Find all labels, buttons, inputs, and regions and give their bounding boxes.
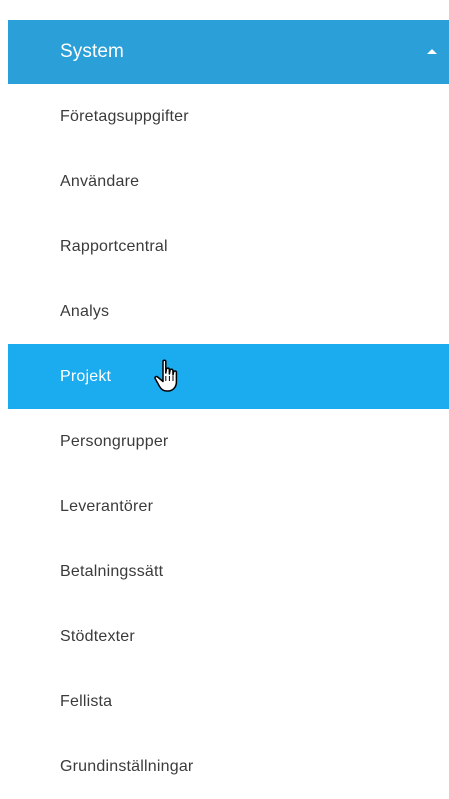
menu-item-betalningssatt[interactable]: Betalningssätt xyxy=(8,539,449,604)
menu-item-stodtexter[interactable]: Stödtexter xyxy=(8,604,449,669)
menu-item-label: Projekt xyxy=(60,367,112,385)
hand-pointer-icon xyxy=(154,359,178,392)
menu-item-label: Stödtexter xyxy=(60,627,135,645)
menu-item-fellista[interactable]: Fellista xyxy=(8,669,449,734)
menu-item-label: Användare xyxy=(60,172,140,190)
menu-list: Företagsuppgifter Användare Rapportcentr… xyxy=(8,84,449,799)
menu-item-label: Betalningssätt xyxy=(60,562,164,580)
menu-header-system[interactable]: System xyxy=(8,20,449,84)
sidebar-menu: System Företagsuppgifter Användare Rappo… xyxy=(8,20,449,799)
menu-item-label: Fellista xyxy=(60,692,113,710)
menu-item-foretagsuppgifter[interactable]: Företagsuppgifter xyxy=(8,84,449,149)
menu-item-rapportcentral[interactable]: Rapportcentral xyxy=(8,214,449,279)
menu-item-grundinstallningar[interactable]: Grundinställningar xyxy=(8,734,449,799)
menu-item-analys[interactable]: Analys xyxy=(8,279,449,344)
menu-item-projekt[interactable]: Projekt xyxy=(8,344,449,409)
caret-up-icon[interactable] xyxy=(427,49,437,54)
menu-header-label: System xyxy=(60,41,124,62)
menu-item-label: Grundinställningar xyxy=(60,757,194,775)
menu-item-leverantorer[interactable]: Leverantörer xyxy=(8,474,449,539)
menu-item-persongrupper[interactable]: Persongrupper xyxy=(8,409,449,474)
menu-item-label: Analys xyxy=(60,302,110,320)
menu-item-anvandare[interactable]: Användare xyxy=(8,149,449,214)
menu-item-label: Leverantörer xyxy=(60,497,154,515)
menu-item-label: Företagsuppgifter xyxy=(60,107,189,125)
menu-item-label: Rapportcentral xyxy=(60,237,168,255)
menu-item-label: Persongrupper xyxy=(60,432,169,450)
